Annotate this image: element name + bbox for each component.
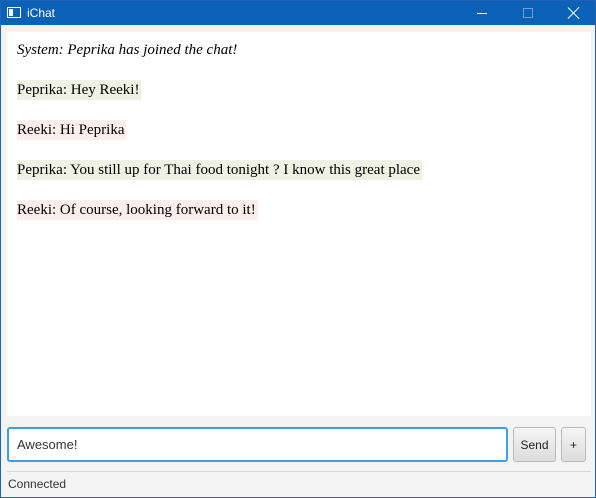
app-icon [7,7,21,18]
add-attachment-button[interactable]: + [561,427,586,462]
status-divider [7,471,591,472]
chat-message-reeki: Reeki: Of course, looking forward to it! [17,200,258,220]
chat-window: iChat System: Peprika has joined the cha… [0,0,596,498]
chat-transcript[interactable]: System: Peprika has joined the chat! Pep… [7,32,591,416]
system-message: System: Peprika has joined the chat! [17,42,238,58]
maximize-icon [523,8,533,18]
maximize-button[interactable] [505,1,551,25]
chat-message-reeki: Reeki: Hi Peprika [17,120,127,140]
minimize-button[interactable] [459,1,505,25]
chat-message-peprika: Peprika: Hey Reeki! [17,80,142,100]
window-title: iChat [27,6,56,20]
title-bar[interactable]: iChat [1,1,595,25]
close-icon [568,7,580,19]
chat-message-peprika: Peprika: You still up for Thai food toni… [17,160,423,180]
message-input[interactable] [7,427,508,462]
close-button[interactable] [551,1,596,25]
connection-status: Connected [8,477,67,491]
send-button[interactable]: Send [513,427,556,462]
minimize-icon [477,12,487,14]
composer: Send + [7,425,591,465]
